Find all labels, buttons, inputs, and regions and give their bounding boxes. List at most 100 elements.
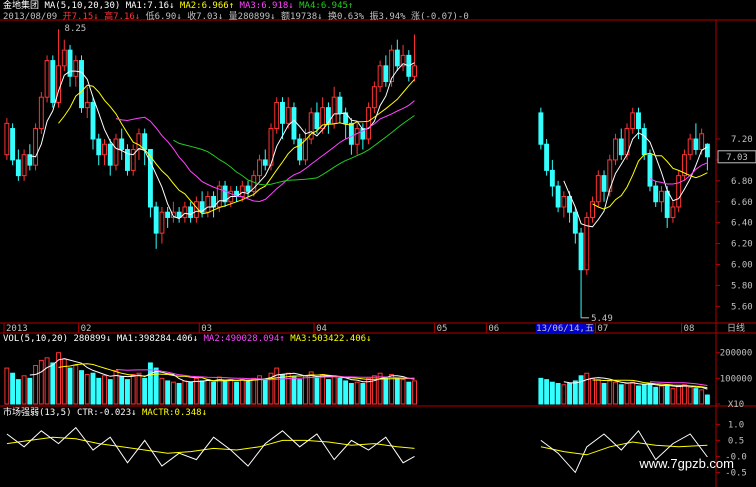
- volume-bar: [664, 384, 670, 405]
- volume-bar: [555, 382, 561, 405]
- volume-bar: [222, 380, 228, 405]
- candle: [234, 186, 240, 202]
- volume-bar: [658, 385, 664, 405]
- amount-value: 额19738↓: [281, 12, 323, 22]
- candle: [205, 191, 211, 218]
- volume-bar: [245, 380, 251, 405]
- candle: [27, 144, 33, 171]
- volume-bar: [641, 384, 647, 405]
- candle-body: [239, 185, 245, 198]
- candle-body: [337, 96, 343, 114]
- candle: [33, 123, 39, 171]
- candle: [567, 191, 573, 223]
- volume-bar: [119, 376, 125, 405]
- volume-bar: [176, 382, 182, 405]
- close-value: 收7.03↓: [187, 12, 224, 22]
- candle-body: [699, 133, 705, 150]
- volume-tick-label: 200000: [720, 349, 753, 359]
- candle: [113, 133, 119, 171]
- candle: [67, 44, 73, 87]
- volume-bar: [613, 381, 618, 405]
- candle-body: [687, 138, 693, 156]
- volume-bar: [308, 371, 314, 405]
- candle-body: [153, 206, 159, 234]
- candle: [84, 86, 90, 119]
- indicator-header: 市场强弱(13,5) CTR:-0.023↓ MACTR:0.348↓: [3, 408, 207, 419]
- candle: [15, 149, 21, 181]
- volume-tick-label: X10: [728, 400, 744, 410]
- candle: [297, 133, 303, 166]
- volume-bar: [325, 379, 331, 405]
- candle: [687, 133, 693, 160]
- candle-body: [549, 169, 555, 187]
- volume-bar: [337, 377, 343, 405]
- volume-bar: [544, 379, 550, 405]
- candle: [245, 180, 251, 197]
- candle: [176, 206, 182, 223]
- volume-bar: [699, 389, 705, 405]
- candle-body: [544, 143, 550, 171]
- volume-bar: [693, 388, 699, 405]
- volume-bar: [182, 380, 188, 405]
- candle-body: [670, 206, 676, 218]
- volume-bar: [607, 380, 613, 405]
- high-price-marker: 8.25: [65, 24, 87, 34]
- ma1-value: MA1:7.16↓: [125, 1, 175, 11]
- watermark: www.7gpzb.com: [639, 456, 734, 471]
- vol-ma2: MA2:490028.094↑: [203, 334, 285, 344]
- indicator-tick-label: 1.0: [728, 420, 744, 430]
- price-tick-label: 5.60: [731, 302, 753, 312]
- candle: [590, 196, 596, 223]
- volume-bar: [302, 375, 308, 405]
- candle: [21, 149, 27, 181]
- mactr-line: [6, 436, 415, 454]
- change-value: 涨(-0.07)-0: [411, 12, 469, 22]
- candle-body: [302, 138, 308, 161]
- candle-body: [107, 143, 113, 166]
- volume-bar: [567, 382, 573, 405]
- candle-body: [371, 86, 377, 109]
- candle: [676, 170, 682, 213]
- volume-bar: [377, 372, 383, 405]
- volume-bar: [61, 358, 67, 405]
- indicator-tick-label: 0.5: [728, 436, 744, 446]
- candle: [61, 39, 67, 72]
- volume-bar: [228, 379, 234, 405]
- volume-bar: [285, 372, 291, 405]
- volume-bar: [239, 379, 245, 405]
- candle: [383, 55, 389, 87]
- ma-label: MA(5,10,20,30): [44, 1, 121, 11]
- ctr-line: [6, 426, 415, 467]
- candle-body: [15, 159, 21, 177]
- candle-body: [245, 185, 251, 192]
- candle-body: [647, 154, 653, 187]
- volume-bar: [647, 382, 653, 405]
- candle: [394, 39, 400, 72]
- candle-body: [366, 107, 372, 140]
- candle: [653, 180, 659, 207]
- candle: [584, 212, 590, 275]
- ma3-value: MA3:6.918↓: [239, 1, 294, 11]
- price-tick-label: 6.00: [731, 260, 753, 270]
- candle-body: [412, 65, 418, 77]
- candle: [354, 123, 360, 155]
- candle-body: [4, 122, 10, 156]
- candle-body: [578, 232, 584, 271]
- volume-bar: [601, 382, 607, 405]
- low-price-marker: 5.49: [591, 314, 613, 324]
- candle-body: [188, 206, 194, 218]
- candle: [107, 139, 113, 176]
- volume-bar: [297, 379, 303, 405]
- volume-bar: [687, 386, 693, 405]
- open-value: 开7.15↓: [62, 12, 99, 22]
- volume-bar: [147, 362, 153, 405]
- volume-bar: [96, 377, 102, 405]
- candle-body: [61, 49, 67, 67]
- candle-body: [641, 128, 647, 156]
- candle-body: [383, 65, 389, 83]
- volume-bar: [624, 382, 630, 405]
- volume-bar: [274, 367, 280, 405]
- candle-body: [119, 138, 125, 150]
- candle: [4, 118, 10, 160]
- volume-bar: [21, 375, 27, 405]
